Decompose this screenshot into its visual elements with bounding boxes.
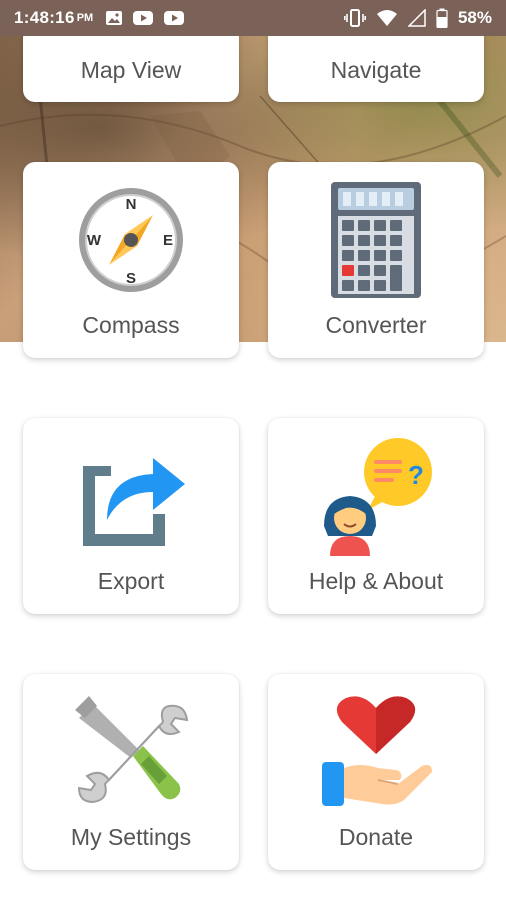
status-bar: 1:48:16 PM 58% (0, 0, 506, 36)
map-view-button[interactable]: Map View (23, 26, 239, 102)
compass-icon: N S W E (79, 188, 183, 292)
svg-text:E: E (163, 232, 173, 249)
calculator-icon (331, 182, 421, 298)
map-view-label: Map View (80, 57, 182, 83)
youtube-icon (164, 11, 185, 25)
help-person-icon: ? (324, 438, 432, 556)
donate-button[interactable]: Donate (268, 674, 484, 870)
donate-heart-hand-icon (322, 696, 432, 806)
status-ampm: PM (76, 12, 94, 24)
wifi-icon (376, 10, 397, 26)
export-label: Export (97, 568, 165, 594)
svg-text:W: W (87, 232, 102, 249)
signal-icon (407, 9, 426, 27)
donate-label: Donate (338, 824, 414, 850)
navigate-label: Navigate (330, 57, 422, 83)
compass-label: Compass (82, 312, 180, 338)
svg-text:S: S (126, 270, 136, 287)
my-settings-button[interactable]: My Settings (23, 674, 239, 870)
export-icon (83, 458, 185, 546)
converter-label: Converter (325, 312, 427, 338)
converter-button[interactable]: Converter (268, 162, 484, 358)
battery-percent: 58% (457, 8, 492, 27)
compass-button[interactable]: N S W E Compass (23, 162, 239, 358)
image-icon (106, 11, 123, 25)
help-about-button[interactable]: ? Help & About (268, 418, 484, 614)
tools-icon (75, 696, 189, 804)
svg-text:?: ? (408, 460, 424, 490)
help-about-label: Help & About (308, 568, 444, 594)
youtube-icon (133, 11, 154, 25)
navigate-button[interactable]: Navigate (268, 26, 484, 102)
export-button[interactable]: Export (23, 418, 239, 614)
svg-text:N: N (126, 196, 137, 213)
battery-icon (436, 8, 448, 28)
status-time: 1:48:16 (14, 8, 75, 27)
vibrate-icon (343, 9, 366, 27)
my-settings-label: My Settings (70, 824, 192, 850)
